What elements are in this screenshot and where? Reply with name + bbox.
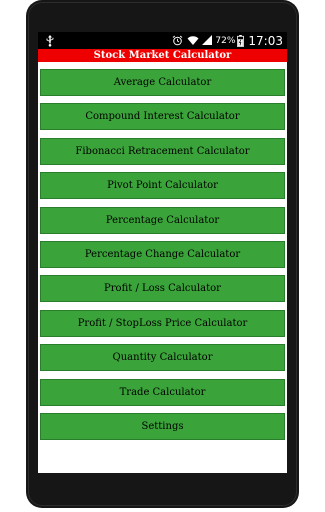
- battery-percent: 72%: [215, 35, 236, 46]
- percentage-calculator-button[interactable]: Percentage Calculator: [40, 206, 285, 234]
- calculator-menu: Average Calculator Compound Interest Cal…: [40, 69, 285, 447]
- profit-loss-calculator-button[interactable]: Profit / Loss Calculator: [40, 275, 285, 303]
- clock-time: 17:03: [248, 33, 283, 48]
- wifi-icon: [187, 36, 199, 45]
- pivot-point-calculator-button[interactable]: Pivot Point Calculator: [40, 172, 285, 200]
- app-screen: 72% 17:03 Stock Market Calculator Averag…: [38, 32, 287, 473]
- profit-stoploss-price-calculator-button[interactable]: Profit / StopLoss Price Calculator: [40, 309, 285, 337]
- percentage-change-calculator-button[interactable]: Percentage Change Calculator: [40, 240, 285, 268]
- usb-icon: [46, 35, 54, 47]
- trade-calculator-button[interactable]: Trade Calculator: [40, 378, 285, 406]
- app-title: Stock Market Calculator: [38, 49, 287, 62]
- settings-button[interactable]: Settings: [40, 412, 285, 440]
- fibonacci-retracement-calculator-button[interactable]: Fibonacci Retracement Calculator: [40, 137, 285, 165]
- battery-icon: [237, 34, 245, 47]
- compound-interest-calculator-button[interactable]: Compound Interest Calculator: [40, 103, 285, 131]
- status-bar: 72% 17:03: [38, 32, 287, 49]
- signal-icon: [202, 35, 213, 45]
- average-calculator-button[interactable]: Average Calculator: [40, 69, 285, 96]
- quantity-calculator-button[interactable]: Quantity Calculator: [40, 344, 285, 372]
- alarm-icon: [173, 35, 183, 46]
- status-icons: 72% 17:03: [172, 32, 283, 49]
